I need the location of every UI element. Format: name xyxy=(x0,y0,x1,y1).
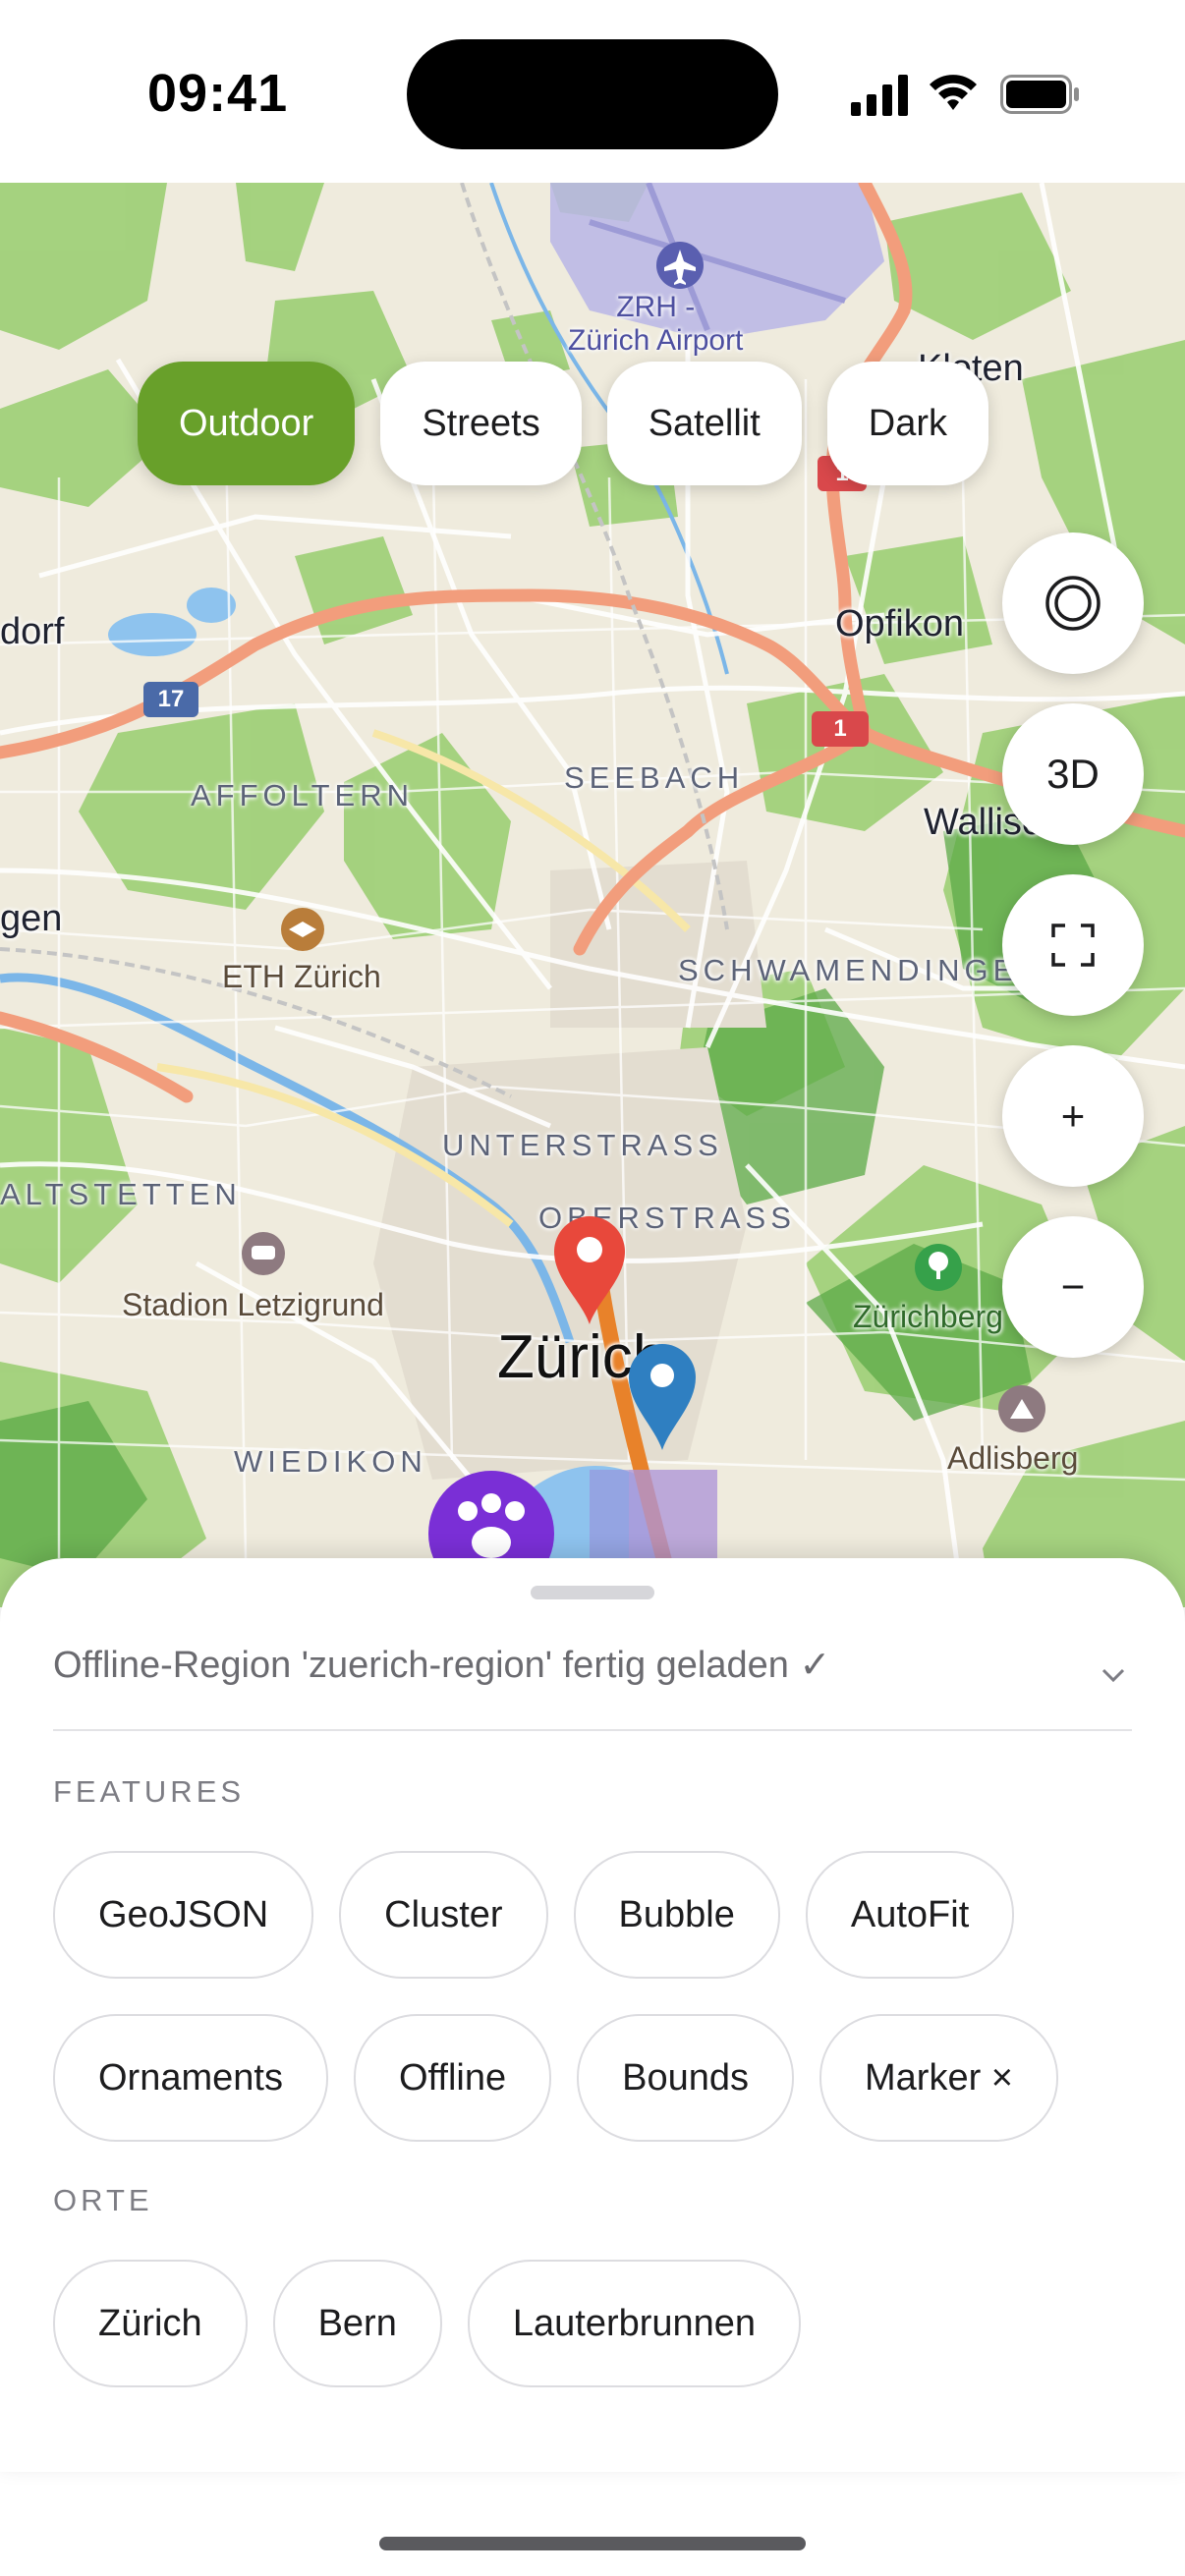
feature-chip-bubble[interactable]: Bubble xyxy=(573,1851,780,1979)
feature-chip-cluster[interactable]: Cluster xyxy=(339,1851,548,1979)
zoom-in-button[interactable]: + xyxy=(1002,1045,1144,1187)
feature-chip-ornaments[interactable]: Ornaments xyxy=(53,2014,328,2142)
fullscreen-icon xyxy=(1051,924,1095,967)
dynamic-island xyxy=(407,39,778,149)
feature-chip-geojson[interactable]: GeoJSON xyxy=(53,1851,314,1979)
map-label-affoltern: AFFOLTERN xyxy=(191,778,414,812)
cellular-signal-icon xyxy=(851,75,908,116)
place-chip-zuerich[interactable]: Zürich xyxy=(53,2260,248,2387)
map-label-unterstrass: UNTERSTRASS xyxy=(442,1128,723,1162)
place-chip-bern[interactable]: Bern xyxy=(272,2260,442,2387)
map-label-eth: ETH Zürich xyxy=(222,959,381,994)
feature-chip-offline[interactable]: Offline xyxy=(353,2014,552,2142)
map-label-zuerichberg: Zürichberg xyxy=(853,1299,1003,1334)
home-indicator[interactable] xyxy=(379,2537,806,2550)
zoom-out-button[interactable]: − xyxy=(1002,1216,1144,1358)
places-section-title: ORTE xyxy=(53,2183,153,2217)
map-label-opfikon: Opfikon xyxy=(835,603,964,644)
toggle-3d-button[interactable]: 3D xyxy=(1002,703,1144,845)
places-row: Zürich Bern Lauterbrunnen xyxy=(53,2260,802,2387)
map-label-gen: gen xyxy=(0,898,63,939)
map-label-dorf: dorf xyxy=(0,611,65,652)
location-button[interactable] xyxy=(1002,532,1144,674)
feature-chip-bounds[interactable]: Bounds xyxy=(577,2014,794,2142)
status-bar: 09:41 xyxy=(0,0,1185,183)
battery-icon xyxy=(1000,75,1079,114)
road-shield-1-east: 1 xyxy=(812,711,869,747)
zoom-out-label: − xyxy=(1060,1263,1086,1310)
blue-marker-pin[interactable] xyxy=(627,1342,698,1452)
features-section-title: FEATURES xyxy=(53,1774,246,1809)
features-row-1: GeoJSON Cluster Bubble AutoFit xyxy=(53,1851,1015,1979)
map-label-airport: ZRH - Zürich Airport xyxy=(568,291,744,357)
wifi-icon xyxy=(930,75,977,110)
feature-chip-marker-clear[interactable]: Marker × xyxy=(819,2014,1058,2142)
road-shield-17: 17 xyxy=(143,682,198,717)
place-chip-lauterbrunnen[interactable]: Lauterbrunnen xyxy=(467,2260,802,2387)
style-chip-streets[interactable]: Streets xyxy=(380,362,582,485)
toggle-3d-label: 3D xyxy=(1046,751,1100,797)
map-label-adlisberg: Adlisberg xyxy=(947,1440,1079,1476)
map-label-seebach: SEEBACH xyxy=(564,760,745,795)
bottom-sheet: Offline-Region 'zuerich-region' fertig g… xyxy=(0,1558,1185,2472)
map-style-selector: Outdoor Streets Satellit Dark xyxy=(138,362,988,489)
map-label-altstetten: ALTSTETTEN xyxy=(0,1177,242,1211)
features-row-2: Ornaments Offline Bounds Marker × xyxy=(53,2014,1058,2142)
map-view[interactable]: ZRH - Zürich Airport Kloten Opfikon dorf… xyxy=(0,183,1185,1607)
chevron-down-icon[interactable] xyxy=(1099,1660,1128,1690)
style-chip-satellit[interactable]: Satellit xyxy=(606,362,802,485)
map-label-letzigrund: Stadion Letzigrund xyxy=(122,1287,384,1322)
style-chip-dark[interactable]: Dark xyxy=(826,362,988,485)
feature-chip-autofit[interactable]: AutoFit xyxy=(805,1851,1015,1979)
zoom-in-label: + xyxy=(1060,1092,1086,1139)
status-time: 09:41 xyxy=(147,64,289,123)
style-chip-outdoor[interactable]: Outdoor xyxy=(138,362,356,485)
divider xyxy=(53,1729,1132,1731)
map-label-schwamendingen: SCHWAMENDINGEN xyxy=(678,953,1045,987)
fullscreen-button[interactable] xyxy=(1002,874,1144,1016)
sheet-grabber[interactable] xyxy=(531,1586,654,1599)
map-label-wiedikon: WIEDIKON xyxy=(234,1444,427,1479)
offline-status-message: Offline-Region 'zuerich-region' fertig g… xyxy=(53,1645,831,1686)
location-target-icon xyxy=(1045,576,1100,631)
red-marker-pin[interactable] xyxy=(552,1214,627,1326)
